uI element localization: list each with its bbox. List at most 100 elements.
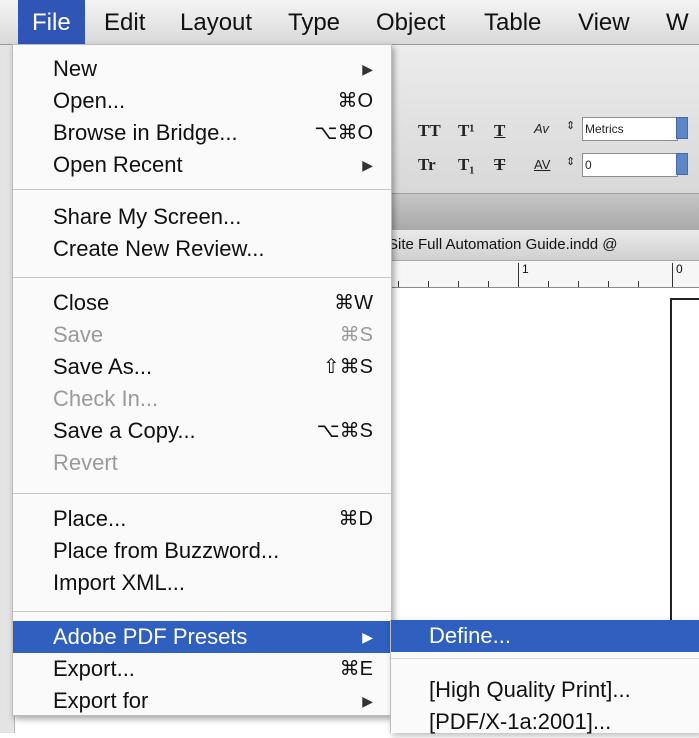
menu-edit[interactable]: Edit — [104, 0, 145, 44]
menu-table[interactable]: Table — [484, 0, 541, 44]
menu-window[interactable]: W — [666, 0, 689, 44]
ruler-tick — [578, 281, 579, 287]
shortcut-label: ⌘D — [338, 508, 373, 530]
menu-item-new[interactable]: New ▶ — [13, 53, 391, 85]
menu-item-label: Import XML... — [53, 570, 186, 595]
small-caps-button[interactable]: Tr — [418, 155, 436, 175]
menu-item-label: Export for — [53, 688, 149, 713]
document-title[interactable]: Site Full Automation Guide.indd @ — [388, 230, 699, 261]
kerning-stepper[interactable]: ⇕ — [566, 119, 575, 132]
shortcut-label: ⇧⌘S — [322, 356, 373, 378]
menu-item-open[interactable]: Open... ⌘O — [13, 85, 391, 117]
subscript-button[interactable]: T₁ — [458, 155, 474, 175]
shortcut-label: ⌘S — [339, 324, 373, 346]
submenu-arrow-icon: ▶ — [362, 693, 373, 709]
menu-item-label: Save As... — [53, 354, 153, 379]
ruler-tick — [488, 281, 489, 287]
menu-item-label: Place from Buzzword... — [53, 538, 280, 563]
menu-item-open-recent[interactable]: Open Recent ▶ — [13, 149, 391, 181]
menu-item-label: Share My Screen... — [53, 204, 242, 229]
shortcut-label: ⌥⌘S — [316, 420, 373, 442]
kerning-dropdown-button[interactable] — [676, 117, 688, 139]
menu-item-share-my-screen[interactable]: Share My Screen... — [13, 201, 391, 233]
menu-object[interactable]: Object — [376, 0, 445, 44]
shortcut-label: ⌘O — [337, 90, 373, 112]
menu-item-label: Adobe PDF Presets — [53, 624, 248, 649]
menu-item-browse-in-bridge[interactable]: Browse in Bridge... ⌥⌘O — [13, 117, 391, 149]
menu-item-close[interactable]: Close ⌘W — [13, 287, 391, 319]
menu-item-label: Browse in Bridge... — [53, 120, 238, 145]
submenu-item-define[interactable]: Define... — [391, 620, 699, 652]
menu-item-save-a-copy[interactable]: Save a Copy... ⌥⌘S — [13, 415, 391, 447]
tracking-field[interactable]: 0 — [582, 153, 678, 177]
document-page[interactable] — [670, 298, 699, 630]
menu-separator — [13, 611, 391, 612]
menu-item-label: Save a Copy... — [53, 418, 196, 443]
menu-item-adobe-pdf-presets[interactable]: Adobe PDF Presets ▶ — [13, 621, 391, 653]
menu-item-save: Save ⌘S — [13, 319, 391, 351]
all-caps-button[interactable]: TT — [418, 121, 441, 141]
superscript-button[interactable]: T¹ — [458, 121, 474, 141]
submenu-item-label: [High Quality Print]... — [429, 677, 631, 702]
submenu-item-label: [PDF/X-1a:2001]... — [429, 709, 612, 734]
ruler-tick — [638, 281, 639, 287]
shortcut-label: ⌘W — [334, 292, 373, 314]
tracking-dropdown-button[interactable] — [676, 153, 688, 175]
menu-separator — [13, 189, 391, 190]
submenu-arrow-icon: ▶ — [362, 629, 373, 645]
menu-item-import-xml[interactable]: Import XML... — [13, 567, 391, 599]
ruler-tick — [458, 281, 459, 287]
ruler-tick — [672, 263, 673, 287]
tracking-icon: AV — [534, 157, 551, 172]
menubar: File Edit Layout Type Object Table View … — [0, 0, 699, 45]
menu-separator — [13, 493, 391, 494]
menu-item-place-from-buzzword[interactable]: Place from Buzzword... — [13, 535, 391, 567]
submenu-item-pdf-x-1a[interactable]: [PDF/X-1a:2001]... — [391, 706, 699, 738]
ruler-tick — [548, 281, 549, 287]
kerning-field[interactable]: Metrics — [582, 117, 678, 141]
menu-item-label: New — [53, 56, 98, 81]
ruler-tick — [428, 281, 429, 287]
menu-item-label: Open Recent — [53, 152, 183, 177]
submenu-item-high-quality-print[interactable]: [High Quality Print]... — [391, 674, 699, 706]
shortcut-label: ⌥⌘O — [314, 122, 373, 144]
ruler-number: 1 — [522, 262, 529, 276]
panel-tabstrip — [388, 194, 699, 230]
menu-type[interactable]: Type — [288, 0, 340, 44]
menu-item-export-for[interactable]: Export for ▶ — [13, 685, 391, 717]
menu-item-label: Check In... — [53, 386, 159, 411]
menu-item-label: Place... — [53, 506, 127, 531]
menu-item-label: Export... — [53, 656, 135, 681]
ruler-tick — [608, 281, 609, 287]
tracking-stepper[interactable]: ⇕ — [566, 155, 575, 168]
ruler-number: 0 — [676, 262, 683, 276]
pdf-presets-submenu: Define... [High Quality Print]... [PDF/X… — [390, 620, 699, 734]
horizontal-ruler[interactable]: 1 0 — [388, 261, 699, 288]
menu-item-revert: Revert — [13, 447, 391, 479]
menu-separator — [391, 658, 699, 659]
menu-item-label: Create New Review... — [53, 236, 265, 261]
menu-item-label: Open... — [53, 88, 126, 113]
menu-view[interactable]: View — [578, 0, 630, 44]
menu-item-save-as[interactable]: Save As... ⇧⌘S — [13, 351, 391, 383]
menu-file[interactable]: File — [18, 0, 85, 44]
menu-item-label: Revert — [53, 450, 118, 475]
menu-separator — [13, 277, 391, 278]
file-menu: New ▶ Open... ⌘O Browse in Bridge... ⌥⌘O… — [12, 44, 392, 716]
menu-item-place[interactable]: Place... ⌘D — [13, 503, 391, 535]
character-format-group: TT T¹ T Tr T₁ T Av AV ⇕ ⇕ Metrics 0 — [406, 111, 696, 181]
control-panel: TT T¹ T Tr T₁ T Av AV ⇕ ⇕ Metrics 0 — [388, 45, 699, 194]
menu-item-check-in: Check In... — [13, 383, 391, 415]
submenu-item-label: Define... — [429, 623, 511, 648]
menu-layout[interactable]: Layout — [180, 0, 252, 44]
submenu-arrow-icon: ▶ — [362, 61, 373, 77]
shortcut-label: ⌘E — [339, 658, 373, 680]
menu-item-create-new-review[interactable]: Create New Review... — [13, 233, 391, 265]
kerning-icon: Av — [534, 121, 549, 136]
underline-button[interactable]: T — [494, 121, 505, 141]
menu-item-label: Save — [53, 322, 104, 347]
submenu-arrow-icon: ▶ — [362, 157, 373, 173]
menu-item-export[interactable]: Export... ⌘E — [13, 653, 391, 685]
strikethrough-button[interactable]: T — [494, 155, 505, 175]
ruler-tick — [518, 263, 519, 287]
